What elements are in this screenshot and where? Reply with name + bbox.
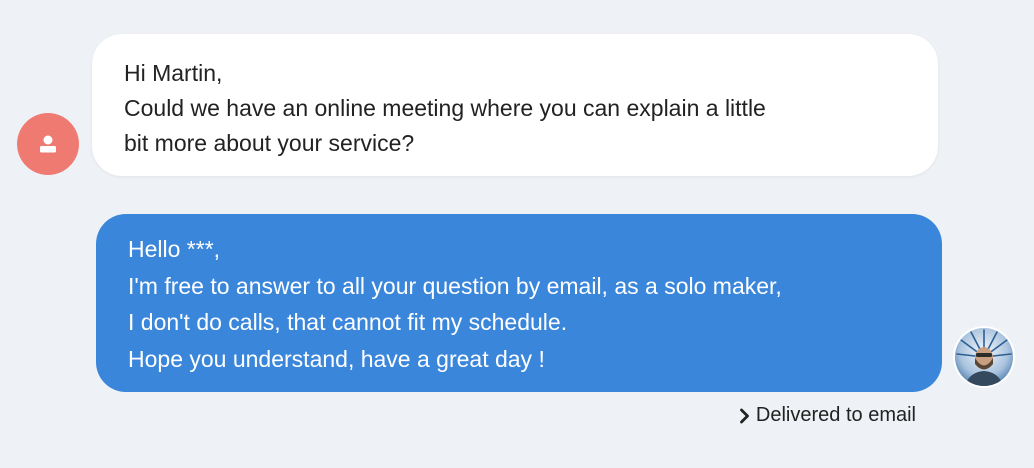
profile-photo-icon xyxy=(955,328,1013,386)
delivery-status-label: Delivered to email xyxy=(755,404,916,426)
sender-avatar[interactable] xyxy=(17,113,79,175)
outgoing-message-line: Hope you understand, have a great day ! xyxy=(128,345,545,372)
incoming-message-bubble: Hi Martin, Could we have an online meeti… xyxy=(92,34,938,176)
outgoing-message-bubble: Hello ***, I'm free to answer to all you… xyxy=(96,214,942,392)
user-icon xyxy=(40,135,56,153)
user-avatar[interactable] xyxy=(955,328,1013,386)
outgoing-message-line: I don't do calls, that cannot fit my sch… xyxy=(128,309,568,335)
outgoing-message-line: I'm free to answer to all your question … xyxy=(128,272,782,299)
incoming-message-line: bit more about your service? xyxy=(124,130,415,156)
incoming-message-line: Could we have an online meeting where yo… xyxy=(124,95,766,121)
outgoing-message-line: Hello ***, xyxy=(128,236,221,262)
delivery-status: Delivered to email xyxy=(739,404,916,427)
chevron-right-icon xyxy=(740,408,749,423)
incoming-message-line: Hi Martin, xyxy=(124,60,223,86)
